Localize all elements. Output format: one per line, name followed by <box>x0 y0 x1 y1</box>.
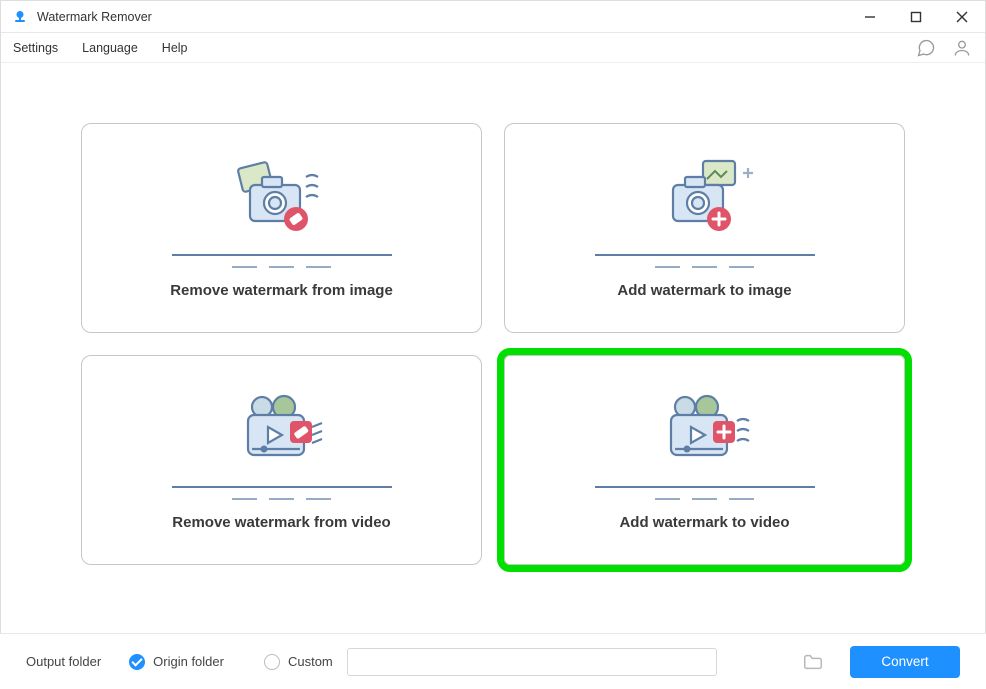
camera-erase-icon <box>202 157 362 252</box>
menu-bar: Settings Language Help <box>1 33 985 63</box>
close-button[interactable] <box>939 1 985 33</box>
output-path-input[interactable] <box>347 648 717 676</box>
main-panel: Remove watermark from image <box>1 63 985 595</box>
app-logo-icon <box>11 8 29 26</box>
card-add-watermark-image[interactable]: Add watermark to image <box>504 123 905 333</box>
feedback-icon[interactable] <box>915 37 937 59</box>
radio-custom-label: Custom <box>288 654 333 669</box>
menu-language[interactable]: Language <box>82 41 138 55</box>
radio-custom-folder[interactable]: Custom <box>264 654 333 670</box>
output-folder-label: Output folder <box>26 654 101 669</box>
radio-dot-icon <box>264 654 280 670</box>
camera-add-icon <box>625 157 785 252</box>
menu-settings[interactable]: Settings <box>13 41 58 55</box>
footer-bar: Output folder Origin folder Custom Conve… <box>0 633 986 689</box>
account-icon[interactable] <box>951 37 973 59</box>
menu-help[interactable]: Help <box>162 41 188 55</box>
radio-dot-checked-icon <box>129 654 145 670</box>
card-label: Add watermark to image <box>617 282 791 299</box>
card-label: Add watermark to video <box>619 514 789 531</box>
video-erase-icon <box>202 389 362 484</box>
card-label: Remove watermark from image <box>170 282 393 299</box>
minimize-button[interactable] <box>847 1 893 33</box>
convert-button[interactable]: Convert <box>850 646 960 678</box>
window-controls <box>847 1 985 33</box>
video-add-icon <box>625 389 785 484</box>
card-remove-watermark-image[interactable]: Remove watermark from image <box>81 123 482 333</box>
card-remove-watermark-video[interactable]: Remove watermark from video <box>81 355 482 565</box>
window-title: Watermark Remover <box>37 10 152 24</box>
browse-folder-icon[interactable] <box>802 651 824 673</box>
card-label: Remove watermark from video <box>172 514 390 531</box>
maximize-button[interactable] <box>893 1 939 33</box>
radio-origin-label: Origin folder <box>153 654 224 669</box>
radio-origin-folder[interactable]: Origin folder <box>129 654 224 670</box>
title-bar: Watermark Remover <box>1 1 985 33</box>
card-add-watermark-video[interactable]: Add watermark to video <box>504 355 905 565</box>
